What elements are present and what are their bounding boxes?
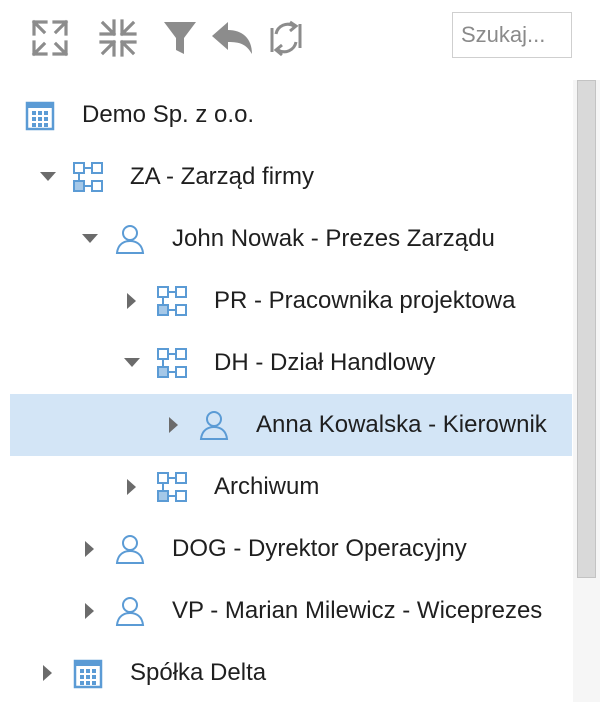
tree-node-label: John Nowak - Prezes Zarządu <box>172 225 495 252</box>
expand-all-icon[interactable] <box>30 18 74 62</box>
tree-node-label: Demo Sp. z o.o. <box>82 101 255 128</box>
department-icon <box>154 345 190 381</box>
tree-node-label: PR - Pracownika projektowa <box>214 287 516 314</box>
collapse-all-icon[interactable] <box>98 18 142 62</box>
org-tree: Demo Sp. z o.o. ZA - Zarząd firmy John Now… <box>0 80 572 702</box>
department-icon <box>154 283 190 319</box>
filter-icon[interactable] <box>160 18 204 62</box>
expanded-caret-icon[interactable] <box>122 353 142 373</box>
expanded-caret-icon[interactable] <box>38 167 58 187</box>
undo-icon[interactable] <box>208 18 252 62</box>
tree-node[interactable]: ZA - Zarząd firmy <box>0 146 572 208</box>
tree-node[interactable]: DOG - Dyrektor Operacyjny <box>0 518 572 580</box>
person-icon <box>112 221 148 257</box>
tree-node[interactable]: Archiwum <box>0 456 572 518</box>
tree-node[interactable]: PR - Pracownika projektowa <box>0 270 572 332</box>
tree-node-label: ZA - Zarząd firmy <box>130 163 315 190</box>
person-icon <box>196 407 232 443</box>
refresh-sync-icon[interactable] <box>266 18 310 62</box>
tree-node[interactable]: Anna Kowalska - Kierownik <box>10 394 572 456</box>
company-icon <box>22 97 58 133</box>
person-icon <box>112 593 148 629</box>
tree-node[interactable]: VP - Marian Milewicz - Wiceprezes <box>0 580 572 642</box>
scroll-thumb[interactable] <box>577 80 596 578</box>
collapsed-caret-icon[interactable] <box>122 291 142 311</box>
collapsed-caret-icon[interactable] <box>164 415 184 435</box>
collapsed-caret-icon[interactable] <box>80 539 100 559</box>
tree-node[interactable]: Spółka Delta <box>0 642 572 702</box>
company-icon <box>70 655 106 691</box>
search-input[interactable] <box>452 12 572 58</box>
collapsed-caret-icon[interactable] <box>38 663 58 683</box>
tree-node[interactable]: Demo Sp. z o.o. <box>0 84 572 146</box>
toolbar <box>0 0 600 80</box>
tree-node-label: Spółka Delta <box>130 659 267 686</box>
tree-node-label: DOG - Dyrektor Operacyjny <box>172 535 467 562</box>
vertical-scrollbar[interactable] <box>573 80 600 702</box>
tree-node-label: Anna Kowalska - Kierownik <box>256 411 547 438</box>
tree-node-label: DH - Dział Handlowy <box>214 349 436 376</box>
expanded-caret-icon[interactable] <box>80 229 100 249</box>
tree-node[interactable]: DH - Dział Handlowy <box>0 332 572 394</box>
department-icon <box>70 159 106 195</box>
tree-node-label: VP - Marian Milewicz - Wiceprezes <box>172 597 543 624</box>
person-icon <box>112 531 148 567</box>
collapsed-caret-icon[interactable] <box>122 477 142 497</box>
department-icon <box>154 469 190 505</box>
tree-node-label: Archiwum <box>214 473 320 500</box>
tree-node[interactable]: John Nowak - Prezes Zarządu <box>0 208 572 270</box>
collapsed-caret-icon[interactable] <box>80 601 100 621</box>
